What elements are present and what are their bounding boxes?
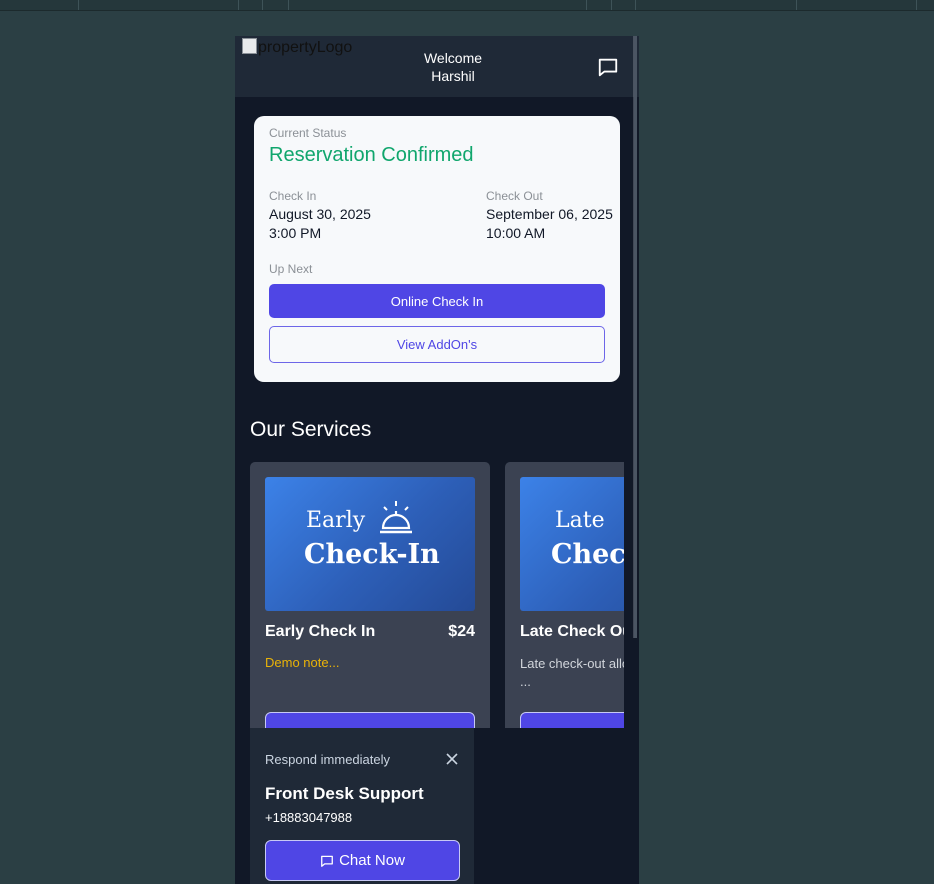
support-title: Front Desk Support — [265, 784, 424, 803]
scrollbar-thumb[interactable] — [634, 36, 637, 638]
service-add-button[interactable] — [265, 712, 475, 728]
message-square-icon[interactable] — [597, 56, 619, 78]
services-heading: Our Services — [250, 418, 372, 441]
online-check-in-button[interactable]: Online Check In — [269, 284, 605, 318]
reservation-status-card: Current Status Reservation Confirmed Che… — [254, 116, 620, 382]
property-logo: propertyLogo — [242, 38, 352, 57]
services-carousel[interactable]: Early Check-In Early Check In $24 Demo n… — [250, 462, 624, 728]
check-in-label: Check In — [269, 189, 317, 203]
chat-now-label: Chat Now — [339, 852, 405, 869]
welcome-label: Welcome — [423, 50, 483, 66]
check-in-time: 3:00 PM — [269, 225, 322, 241]
service-note: Demo note... — [265, 655, 340, 670]
app-header: propertyLogo Welcome Harshil — [235, 36, 639, 97]
strip-divider — [635, 0, 636, 10]
service-image: Late Check — [520, 477, 624, 611]
check-out-time: 10:00 AM — [486, 225, 546, 241]
strip-divider — [238, 0, 239, 10]
service-name: Early Check In — [265, 623, 376, 640]
welcome-text: Welcome Harshil — [403, 49, 503, 85]
browser-top-strip — [0, 0, 934, 11]
check-in-date: August 30, 2025 — [269, 206, 371, 222]
strip-divider — [78, 0, 79, 10]
service-card-late-check-out[interactable]: Late Check Late Check Ou Late check-out … — [505, 462, 624, 728]
view-addons-button[interactable]: View AddOn's — [269, 326, 605, 363]
strip-divider — [262, 0, 263, 10]
service-price: $24 — [448, 623, 475, 640]
user-name: Harshil — [431, 68, 475, 84]
reservation-status: Reservation Confirmed — [269, 144, 474, 166]
logo-alt-text: propertyLogo — [258, 39, 353, 56]
strip-divider — [916, 0, 917, 10]
image-text-line2: Check — [551, 539, 624, 570]
service-description: Late check-out allo extend their stay ..… — [520, 656, 624, 689]
support-subtitle: Respond immediately — [265, 752, 391, 767]
check-out-label: Check Out — [486, 189, 543, 203]
chat-now-button[interactable]: Chat Now — [265, 840, 460, 881]
strip-divider — [288, 0, 289, 10]
service-add-button[interactable] — [520, 712, 624, 728]
check-out-date: September 06, 2025 — [486, 206, 613, 222]
service-name: Late Check Ou — [520, 623, 624, 640]
image-text-line1: Early — [306, 508, 366, 533]
service-image: Early Check-In — [265, 477, 475, 611]
strip-divider — [586, 0, 587, 10]
service-card-early-check-in[interactable]: Early Check-In Early Check In $24 Demo n… — [250, 462, 490, 728]
image-text-line2: Check-In — [304, 539, 440, 570]
service-bell-icon — [380, 501, 412, 534]
message-square-icon — [321, 855, 333, 867]
strip-divider — [796, 0, 797, 10]
current-status-label: Current Status — [269, 126, 347, 140]
support-phone[interactable]: +18883047988 — [265, 810, 352, 825]
broken-image-icon — [242, 38, 257, 54]
up-next-label: Up Next — [269, 262, 313, 276]
image-text-line1: Late — [555, 508, 605, 533]
strip-divider — [611, 0, 612, 10]
close-icon[interactable] — [445, 752, 459, 766]
mobile-app-frame: propertyLogo Welcome Harshil Current Sta… — [235, 36, 639, 884]
front-desk-support-popup: Respond immediately Front Desk Support +… — [250, 728, 474, 884]
